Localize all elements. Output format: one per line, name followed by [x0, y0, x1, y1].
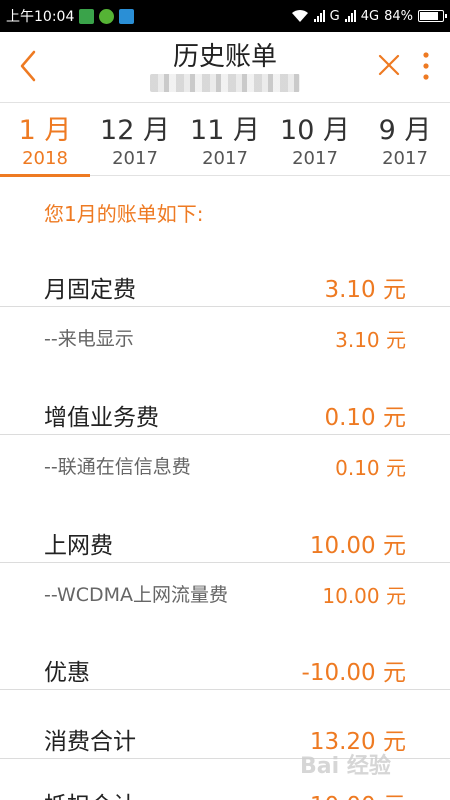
bill-item-amount: -10.00 元 — [301, 660, 406, 686]
battery-icon — [418, 10, 447, 22]
status-bar: 上午10:04 G 4G 84% — [0, 0, 450, 32]
tab-2017-09[interactable]: 9 月 2017 — [360, 103, 450, 176]
tab-year-label: 2017 — [112, 148, 158, 169]
row-divider — [0, 306, 450, 307]
row-divider — [0, 689, 450, 690]
tab-2017-11[interactable]: 11 月 2017 — [180, 103, 270, 176]
bill-item-label: 增值业务费 — [44, 405, 159, 431]
bill-item-amount: 3.10 元 — [335, 328, 406, 352]
bill-item-amount: 10.00 元 — [309, 533, 406, 559]
network-type: 4G — [360, 8, 380, 24]
bill-item-label: --联通在信信息费 — [44, 456, 191, 478]
bill-item-amount: 0.10 元 — [324, 405, 406, 431]
row-divider — [0, 562, 450, 563]
bill-item-amount: 10.00 元 — [322, 584, 406, 608]
battery-level — [420, 12, 438, 20]
tab-year-label: 2017 — [382, 148, 428, 169]
tab-month-label: 12 月 — [100, 115, 170, 146]
tab-2017-12[interactable]: 12 月 2017 — [90, 103, 180, 176]
tab-year-label: 2017 — [202, 148, 248, 169]
tab-year-label: 2017 — [292, 148, 338, 169]
tab-month-label: 10 月 — [280, 115, 350, 146]
tab-month-label: 11 月 — [190, 115, 260, 146]
active-tab-indicator — [0, 174, 90, 177]
notification-app-icon — [79, 8, 95, 24]
bill-item-amount: 0.10 元 — [335, 456, 406, 480]
masked-phone-number — [150, 74, 300, 92]
carrier-mark: G — [329, 8, 340, 24]
bill-item-label: 月固定费 — [44, 277, 136, 303]
bill-item-label: 上网费 — [44, 533, 113, 559]
month-tabs: 1 月 2018 12 月 2017 11 月 2017 10 月 2017 9… — [0, 102, 450, 177]
bill-item-amount: 3.10 元 — [324, 277, 406, 303]
bill-item-label: 消费合计 — [44, 729, 136, 755]
battery-percent: 84% — [384, 8, 413, 24]
wechat-notification-icon — [99, 8, 115, 24]
signal-strength-icon — [313, 10, 325, 22]
app-header: 历史账单 — [0, 32, 450, 102]
bill-item-label: 抵扣合计 — [44, 786, 136, 800]
bill-item-label: --来电显示 — [44, 328, 134, 350]
tab-2018-01[interactable]: 1 月 2018 — [0, 103, 90, 177]
bill-heading: 您1月的账单如下: — [44, 202, 204, 226]
row-divider — [0, 434, 450, 435]
tab-month-label: 1 月 — [18, 115, 72, 146]
tab-2017-10[interactable]: 10 月 2017 — [270, 103, 360, 176]
close-icon[interactable] — [374, 50, 404, 80]
bill-item-label: --WCDMA上网流量费 — [44, 584, 229, 606]
signal-strength-icon-2 — [344, 10, 356, 22]
status-time: 上午10:04 — [6, 9, 75, 25]
bill-item-amount: 10.00 元 — [310, 786, 406, 800]
gallery-notification-icon — [119, 8, 135, 24]
more-options-icon[interactable] — [416, 50, 436, 84]
tab-month-label: 9 月 — [378, 115, 432, 146]
wifi-icon — [291, 9, 308, 22]
baidu-jingyan-watermark: Bai 经验 — [300, 754, 391, 779]
tab-year-label: 2018 — [22, 148, 68, 169]
bill-item-label: 优惠 — [44, 660, 90, 686]
